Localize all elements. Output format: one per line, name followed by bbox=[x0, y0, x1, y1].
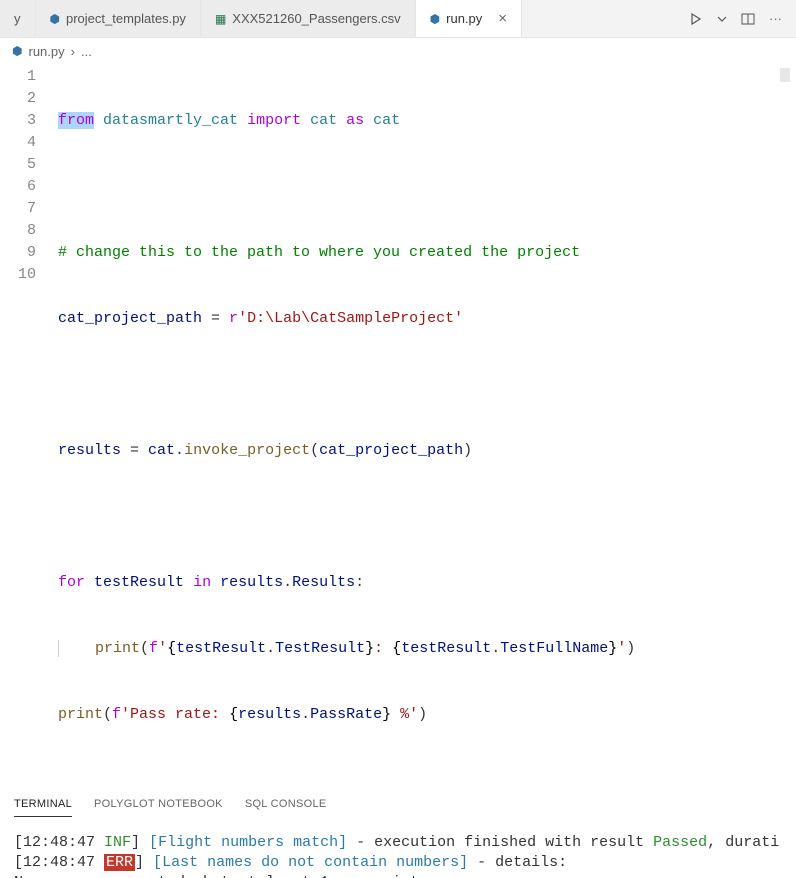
terminal-output[interactable]: [12:48:47 INF] [Flight numbers match] - … bbox=[0, 817, 796, 878]
tab-sql-console[interactable]: SQL CONSOLE bbox=[245, 794, 327, 817]
spreadsheet-file-icon: ▦ bbox=[215, 12, 226, 26]
run-dropdown-icon[interactable] bbox=[717, 14, 727, 24]
close-tab-icon[interactable]: × bbox=[498, 10, 507, 27]
tab-passengers-csv[interactable]: ▦ XXX521260_Passengers.csv bbox=[201, 0, 416, 37]
tab-actions: ··· bbox=[675, 0, 796, 37]
tab-project-templates[interactable]: ⬢ project_templates.py bbox=[36, 0, 201, 37]
breadcrumb-file[interactable]: run.py bbox=[28, 44, 64, 59]
python-file-icon: ⬢ bbox=[50, 12, 60, 26]
more-actions-icon[interactable]: ··· bbox=[769, 11, 782, 26]
code-content[interactable]: from datasmartly_cat import cat as cat #… bbox=[58, 66, 796, 770]
split-editor-icon[interactable] bbox=[741, 12, 755, 26]
tab-label: XXX521260_Passengers.csv bbox=[232, 11, 400, 26]
tab-terminal[interactable]: TERMINAL bbox=[14, 794, 72, 817]
tab-bar: y ⬢ project_templates.py ▦ XXX521260_Pas… bbox=[0, 0, 796, 38]
tab-label: y bbox=[14, 11, 21, 26]
tab-run-py[interactable]: ⬢ run.py × bbox=[416, 0, 522, 37]
tab-cut-left[interactable]: y bbox=[0, 0, 36, 37]
breadcrumb-separator-icon: › bbox=[71, 44, 75, 59]
line-gutter: 12345678910 bbox=[0, 66, 58, 770]
breadcrumb-more[interactable]: ... bbox=[81, 44, 92, 59]
tab-polyglot-notebook[interactable]: POLYGLOT NOTEBOOK bbox=[94, 794, 223, 817]
python-file-icon: ⬢ bbox=[12, 44, 22, 58]
run-icon[interactable] bbox=[689, 12, 703, 26]
code-editor[interactable]: 12345678910 from datasmartly_cat import … bbox=[0, 64, 796, 788]
panel-tabs: TERMINAL POLYGLOT NOTEBOOK SQL CONSOLE bbox=[0, 788, 796, 817]
python-file-icon: ⬢ bbox=[430, 12, 440, 26]
tab-label: run.py bbox=[446, 11, 482, 26]
tab-label: project_templates.py bbox=[66, 11, 186, 26]
breadcrumb: ⬢ run.py › ... bbox=[0, 38, 796, 64]
minimap[interactable] bbox=[780, 68, 790, 82]
